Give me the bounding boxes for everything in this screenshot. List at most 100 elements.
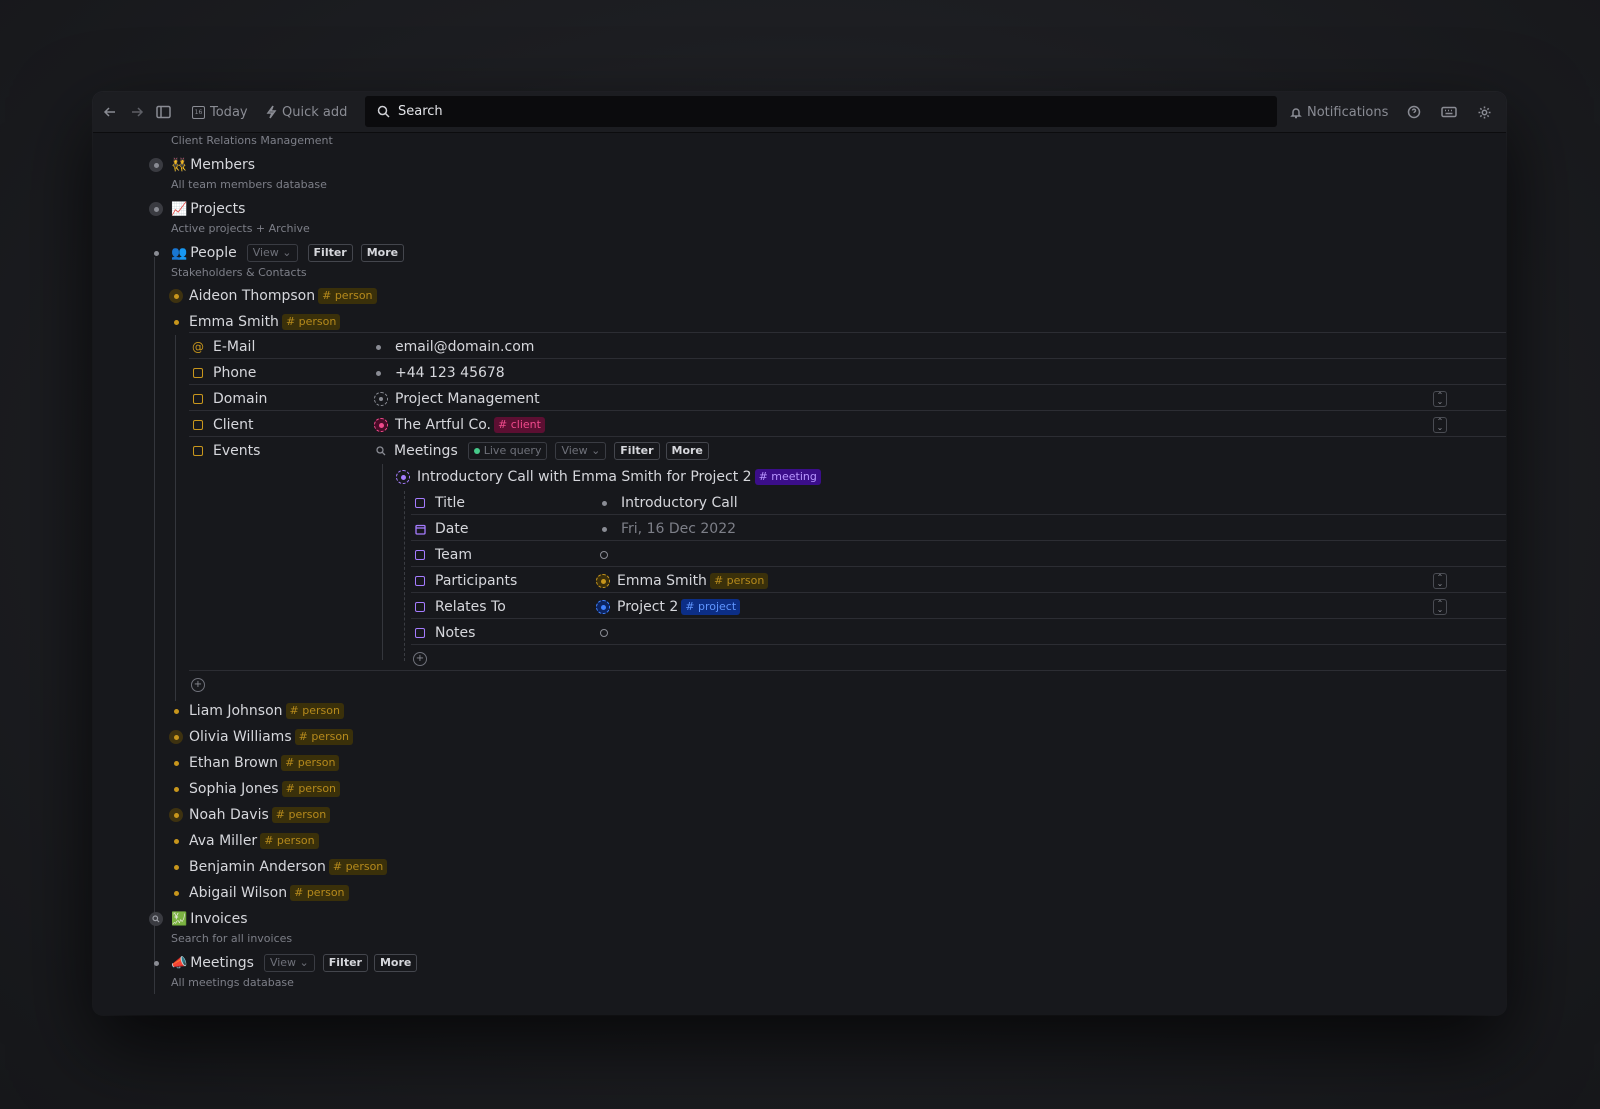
- view-dropdown[interactable]: View ⌄: [555, 442, 607, 460]
- keyboard-icon[interactable]: [1441, 106, 1457, 118]
- person-name[interactable]: Emma Smith: [189, 314, 279, 330]
- project-tag[interactable]: # project: [681, 599, 741, 615]
- email-value[interactable]: email@domain.com: [395, 339, 534, 355]
- collapsed-bullet-icon[interactable]: [374, 418, 388, 432]
- quick-add-button[interactable]: Quick add: [266, 105, 347, 120]
- person-tag[interactable]: # person: [294, 729, 354, 745]
- bullet-icon[interactable]: [169, 704, 183, 718]
- invoices-row[interactable]: 💹 Invoices: [149, 908, 248, 930]
- collapsed-bullet-icon[interactable]: [169, 730, 183, 744]
- person-tag[interactable]: # person: [281, 781, 341, 797]
- person-name[interactable]: Aideon Thompson: [189, 288, 315, 304]
- collapsed-bullet-icon[interactable]: [149, 202, 163, 216]
- list-item[interactable]: Olivia Williams # person: [169, 725, 354, 749]
- person-name[interactable]: Liam Johnson: [189, 703, 283, 719]
- mprop-value-date[interactable]: Fri, 16 Dec 2022: [602, 517, 736, 541]
- title-value[interactable]: Introductory Call: [621, 495, 738, 511]
- settings-gear-icon[interactable]: [1477, 105, 1492, 120]
- list-item[interactable]: Ava Miller # person: [169, 829, 319, 853]
- stepper-icon[interactable]: ⌃ ⌄: [1433, 391, 1447, 407]
- person-tag[interactable]: # person: [290, 885, 349, 901]
- view-dropdown[interactable]: View ⌄: [263, 954, 315, 972]
- meetings-row[interactable]: 📣 Meetings View ⌄ Filter More: [149, 952, 418, 974]
- person-name[interactable]: Olivia Williams: [189, 729, 292, 745]
- list-item[interactable]: Noah Davis # person: [169, 803, 331, 827]
- list-item[interactable]: Ethan Brown # person: [169, 751, 340, 775]
- list-item[interactable]: Liam Johnson # person: [169, 699, 344, 723]
- bullet-icon[interactable]: [169, 860, 183, 874]
- date-value[interactable]: Fri, 16 Dec 2022: [621, 521, 736, 537]
- plus-circle-icon[interactable]: +: [191, 678, 205, 692]
- mprop-value-relates[interactable]: Project 2 # project: [596, 595, 741, 619]
- prop-row-events[interactable]: Events: [191, 439, 260, 463]
- live-query-badge[interactable]: Live query: [467, 442, 548, 460]
- person-name[interactable]: Noah Davis: [189, 807, 269, 823]
- back-arrow-icon[interactable]: [103, 105, 117, 119]
- list-item[interactable]: Emma Smith # person: [169, 311, 341, 333]
- members-row[interactable]: 👯 Members: [149, 154, 255, 176]
- domain-value[interactable]: Project Management: [395, 391, 540, 407]
- search-bar[interactable]: Search: [365, 96, 1277, 127]
- person-tag[interactable]: # person: [281, 314, 341, 330]
- bullet-icon[interactable]: [169, 886, 183, 900]
- project-name[interactable]: Project 2: [617, 599, 678, 615]
- person-name[interactable]: Sophia Jones: [189, 781, 279, 797]
- mprop-row-relates[interactable]: Relates To: [413, 595, 506, 619]
- list-item[interactable]: Abigail Wilson # person: [169, 881, 349, 905]
- prop-row-email[interactable]: @ E-Mail: [191, 335, 255, 359]
- collapsed-bullet-icon[interactable]: [374, 392, 388, 406]
- person-name[interactable]: Abigail Wilson: [189, 885, 287, 901]
- prop-value-domain[interactable]: Project Management: [374, 387, 540, 411]
- bullet-icon[interactable]: [149, 246, 163, 260]
- prop-row-client[interactable]: Client: [191, 413, 254, 437]
- query-title[interactable]: Meetings: [394, 443, 458, 459]
- plus-circle-icon[interactable]: +: [413, 652, 427, 666]
- mprop-row-date[interactable]: Date: [413, 517, 468, 541]
- person-tag[interactable]: # person: [281, 755, 340, 771]
- forward-arrow-icon[interactable]: [130, 105, 144, 119]
- mprop-value-notes[interactable]: [600, 621, 608, 645]
- bullet-icon[interactable]: [149, 956, 163, 970]
- list-item[interactable]: Benjamin Anderson # person: [169, 855, 388, 879]
- person-tag[interactable]: # person: [271, 807, 331, 823]
- mprop-row-title[interactable]: Title: [413, 491, 465, 515]
- person-name[interactable]: Ethan Brown: [189, 755, 278, 771]
- add-person-property-button[interactable]: +: [191, 673, 205, 697]
- add-meeting-property-button[interactable]: +: [413, 647, 427, 671]
- today-button[interactable]: 16 Today: [192, 105, 248, 120]
- person-tag[interactable]: # person: [709, 573, 769, 589]
- mprop-value-title[interactable]: Introductory Call: [602, 491, 738, 515]
- mprop-value-participants[interactable]: Emma Smith # person: [596, 569, 769, 593]
- events-query-row[interactable]: Meetings Live query View ⌄ Filter More: [376, 439, 709, 463]
- person-tag[interactable]: # person: [285, 703, 344, 719]
- prop-row-phone[interactable]: Phone: [191, 361, 256, 385]
- collapsed-bullet-icon[interactable]: [169, 289, 183, 303]
- mprop-row-notes[interactable]: Notes: [413, 621, 475, 645]
- more-button[interactable]: More: [360, 244, 405, 262]
- collapsed-bullet-icon[interactable]: [169, 808, 183, 822]
- more-button[interactable]: More: [665, 442, 709, 460]
- participant-name[interactable]: Emma Smith: [617, 573, 707, 589]
- phone-value[interactable]: +44 123 45678: [395, 365, 505, 381]
- collapsed-bullet-icon[interactable]: [396, 470, 410, 484]
- meeting-title[interactable]: Introductory Call with Emma Smith for Pr…: [417, 469, 752, 485]
- filter-button[interactable]: Filter: [614, 442, 660, 460]
- person-name[interactable]: Ava Miller: [189, 833, 257, 849]
- empty-bullet-icon[interactable]: [600, 551, 608, 559]
- mprop-row-participants[interactable]: Participants: [413, 569, 517, 593]
- mprop-row-team[interactable]: Team: [413, 543, 472, 567]
- sidebar-toggle-icon[interactable]: [156, 105, 171, 119]
- person-tag[interactable]: # person: [260, 833, 319, 849]
- prop-row-domain[interactable]: Domain: [191, 387, 267, 411]
- meeting-row[interactable]: Introductory Call with Emma Smith for Pr…: [396, 465, 821, 489]
- person-tag[interactable]: # person: [318, 288, 377, 304]
- filter-button[interactable]: Filter: [322, 954, 368, 972]
- client-value[interactable]: The Artful Co.: [395, 417, 491, 433]
- search-bullet-icon[interactable]: [149, 912, 163, 926]
- filter-button[interactable]: Filter: [307, 244, 353, 262]
- person-tag[interactable]: # person: [328, 859, 388, 875]
- stepper-icon[interactable]: ⌃ ⌄: [1433, 599, 1447, 615]
- list-item[interactable]: Aideon Thompson # person: [169, 285, 377, 307]
- empty-bullet-icon[interactable]: [600, 629, 608, 637]
- mprop-value-team[interactable]: [600, 543, 608, 567]
